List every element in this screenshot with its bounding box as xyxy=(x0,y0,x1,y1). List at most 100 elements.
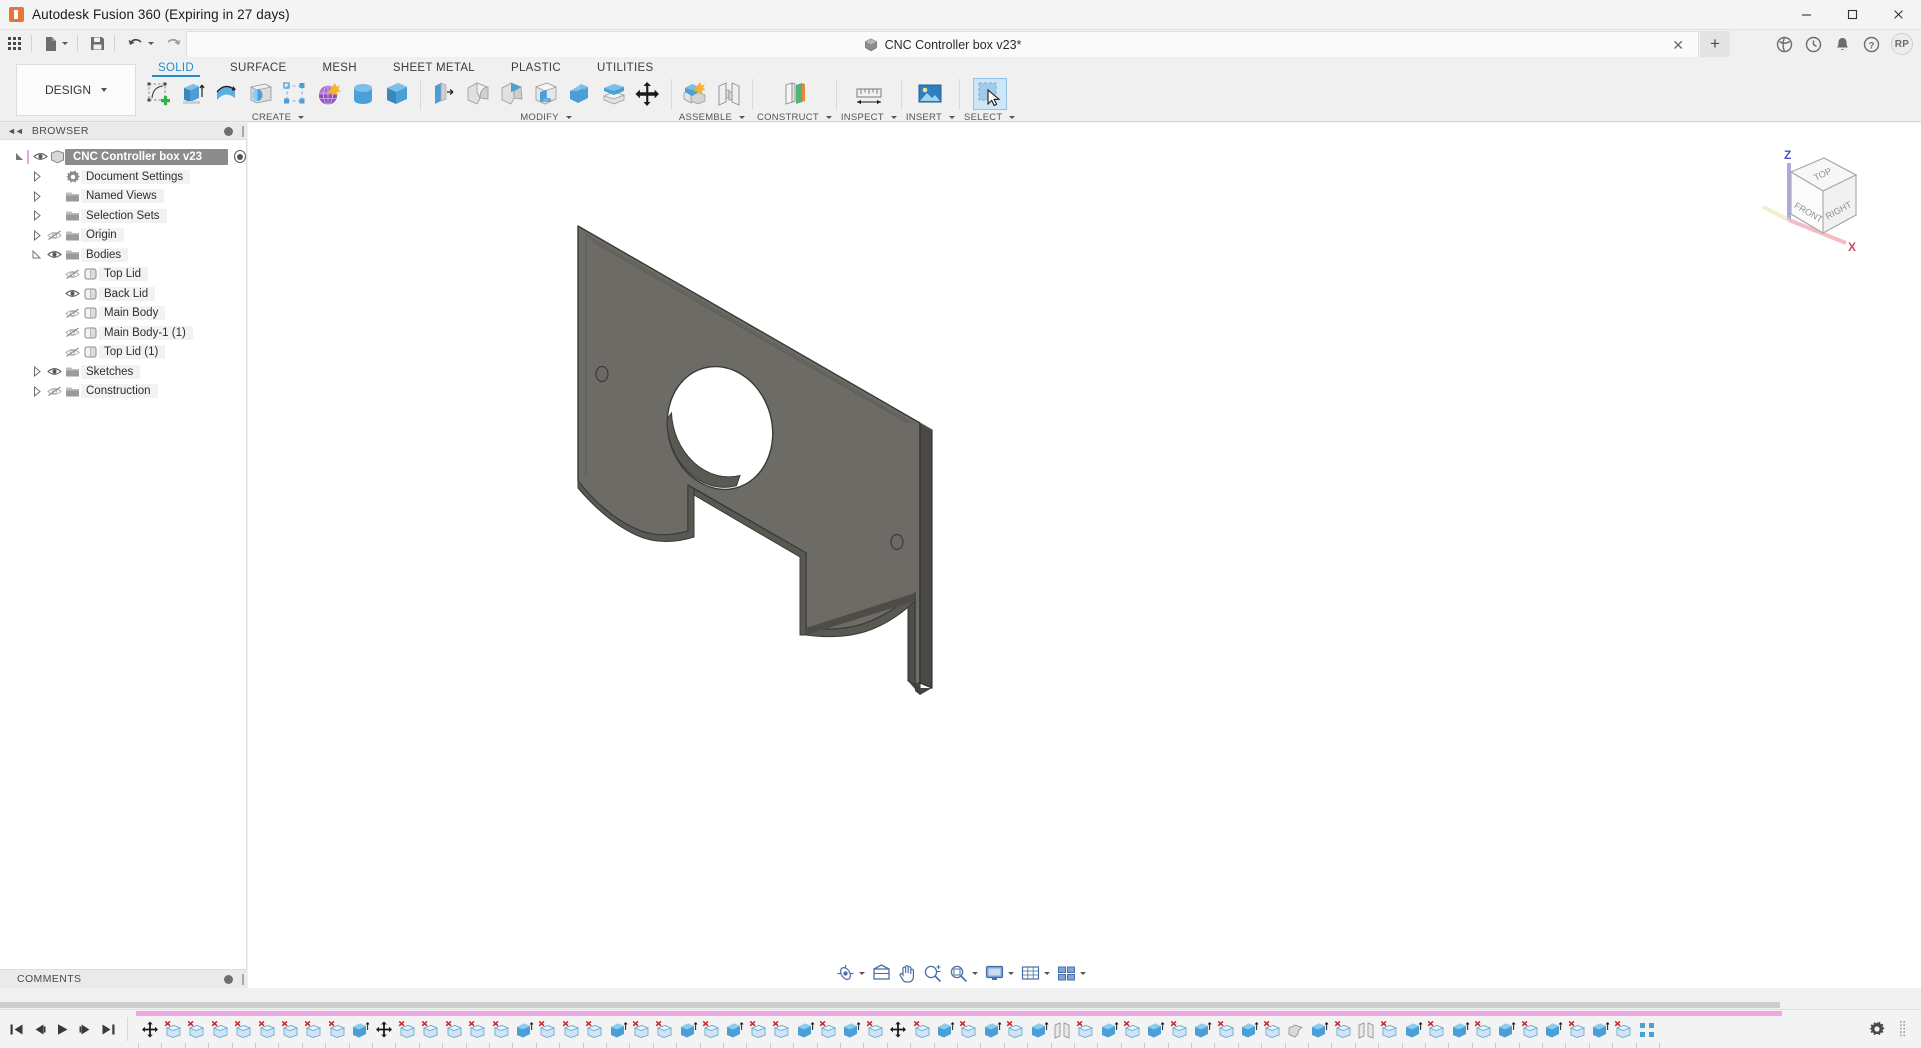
panel-label-modify[interactable]: MODIFY xyxy=(520,112,572,123)
timeline-feature-sketch[interactable] xyxy=(278,1018,301,1042)
grid-snaps-button[interactable] xyxy=(1018,961,1053,985)
timeline-feature-sketch[interactable] xyxy=(1261,1018,1284,1042)
expand-triangle-closed-icon[interactable] xyxy=(30,171,44,183)
job-status-icon[interactable] xyxy=(1800,31,1826,57)
insert-mcmaster-button[interactable] xyxy=(913,78,947,110)
timeline-scrollbar[interactable] xyxy=(0,1001,1921,1009)
close-icon[interactable]: ✕ xyxy=(1672,38,1684,52)
timeline-feature-extrude[interactable] xyxy=(793,1018,816,1042)
panel-label-create[interactable]: CREATE xyxy=(252,112,305,123)
timeline-feature-extrude[interactable] xyxy=(1027,1018,1050,1042)
timeline-feature-sketch[interactable] xyxy=(161,1018,184,1042)
tree-item-origin[interactable]: Origin xyxy=(0,226,246,246)
look-at-button[interactable] xyxy=(869,961,894,985)
timeline-feature-mirror[interactable] xyxy=(1354,1018,1377,1042)
timeline-feature-sketch[interactable] xyxy=(465,1018,488,1042)
tab-sheet-metal[interactable]: SHEET METAL xyxy=(375,57,493,77)
comments-bar[interactable]: COMMENTS xyxy=(0,969,247,988)
tab-plastic[interactable]: PLASTIC xyxy=(493,57,579,77)
timeline-feature-sketch[interactable] xyxy=(1003,1018,1026,1042)
panel-label-select[interactable]: SELECT xyxy=(964,112,1016,123)
grip-icon[interactable] xyxy=(1892,1017,1913,1041)
timeline-feature-sketch[interactable] xyxy=(1167,1018,1190,1042)
tab-solid[interactable]: SOLID xyxy=(140,57,212,77)
timeline-feature-sketch[interactable] xyxy=(770,1018,793,1042)
timeline-feature-extrude[interactable] xyxy=(933,1018,956,1042)
timeline-feature-sketch[interactable] xyxy=(559,1018,582,1042)
timeline-feature-fillet[interactable] xyxy=(1284,1018,1307,1042)
tree-item-named-views[interactable]: Named Views xyxy=(0,187,246,207)
timeline-feature-move[interactable] xyxy=(887,1018,910,1042)
viewports-button[interactable] xyxy=(1054,961,1089,985)
collapse-left-icon[interactable]: ◄◄ xyxy=(7,126,24,136)
fillet-button[interactable] xyxy=(461,78,495,110)
timeline-feature-extrude[interactable] xyxy=(1541,1018,1564,1042)
expand-triangle-open-icon[interactable] xyxy=(30,249,44,260)
timeline-feature-sketch[interactable] xyxy=(208,1018,231,1042)
expand-triangle-closed-icon[interactable] xyxy=(30,210,44,222)
tab-mesh[interactable]: MESH xyxy=(304,57,374,77)
tree-item-construction[interactable]: Construction xyxy=(0,382,246,402)
expand-triangle-open-icon[interactable] xyxy=(14,152,27,162)
help-icon[interactable]: ? xyxy=(1858,31,1884,57)
tree-item-root[interactable]: CNC Controller box v23 xyxy=(0,146,246,167)
timeline-feature-sketch[interactable] xyxy=(1612,1018,1635,1042)
visibility-eye-off-icon[interactable] xyxy=(44,386,64,397)
pattern-button[interactable] xyxy=(278,78,312,110)
timeline-feature-sketch[interactable] xyxy=(1565,1018,1588,1042)
minimize-button[interactable] xyxy=(1783,0,1829,30)
visibility-eye-icon[interactable] xyxy=(62,288,82,299)
timeline-feature-sketch[interactable] xyxy=(232,1018,255,1042)
avatar[interactable]: RP xyxy=(1891,33,1913,55)
maximize-button[interactable] xyxy=(1829,0,1875,30)
tab-utilities[interactable]: UTILITIES xyxy=(579,57,671,77)
view-cube[interactable]: Z X TOP FRONT RIGHT xyxy=(1751,145,1866,260)
tree-item-document-settings[interactable]: Document Settings xyxy=(0,167,246,187)
timeline-feature-extrude[interactable] xyxy=(1097,1018,1120,1042)
notifications-icon[interactable] xyxy=(1829,31,1855,57)
orbit-button[interactable] xyxy=(833,961,868,985)
visibility-eye-off-icon[interactable] xyxy=(62,269,82,280)
timeline-feature-sketch[interactable] xyxy=(489,1018,512,1042)
timeline-feature-sketch[interactable] xyxy=(1120,1018,1143,1042)
timeline-feature-sketch[interactable] xyxy=(1424,1018,1447,1042)
timeline-feature-sketch[interactable] xyxy=(442,1018,465,1042)
timeline-feature-extrude[interactable] xyxy=(1495,1018,1518,1042)
timeline-feature-extrude[interactable] xyxy=(1308,1018,1331,1042)
timeline-feature-move[interactable] xyxy=(138,1018,161,1042)
timeline-feature-pattern[interactable] xyxy=(1635,1018,1658,1042)
chamfer-button[interactable] xyxy=(495,78,529,110)
tree-item-bodies[interactable]: Bodies xyxy=(0,245,246,265)
visibility-eye-off-icon[interactable] xyxy=(62,327,82,338)
expand-triangle-closed-icon[interactable] xyxy=(30,229,44,241)
panel-label-inspect[interactable]: INSPECT xyxy=(841,112,897,123)
model-back-lid-plate[interactable] xyxy=(248,123,1921,988)
measure-button[interactable] xyxy=(852,78,886,110)
app-grid-button[interactable] xyxy=(3,32,26,56)
timeline-track[interactable] xyxy=(136,1010,1866,1048)
create-sketch-button[interactable] xyxy=(142,78,176,110)
timeline-feature-sketch[interactable] xyxy=(325,1018,348,1042)
timeline-scroll-thumb[interactable] xyxy=(0,1002,1780,1008)
tree-item-main-body-1[interactable]: Main Body-1 (1) xyxy=(0,323,246,343)
timeline-end-button[interactable] xyxy=(98,1017,119,1041)
fit-button[interactable] xyxy=(946,961,981,985)
cylinder-primitive-button[interactable] xyxy=(346,78,380,110)
press-pull-button[interactable] xyxy=(427,78,461,110)
panel-dot-icon[interactable] xyxy=(224,974,233,984)
timeline-feature-extrude[interactable] xyxy=(606,1018,629,1042)
split-face-button[interactable] xyxy=(597,78,631,110)
timeline-feature-sketch[interactable] xyxy=(653,1018,676,1042)
revolve-button[interactable] xyxy=(210,78,244,110)
visibility-eye-icon[interactable] xyxy=(44,249,64,260)
new-component-button[interactable] xyxy=(678,78,712,110)
timeline-feature-sketch[interactable] xyxy=(1518,1018,1541,1042)
panel-label-construct[interactable]: CONSTRUCT xyxy=(757,112,832,123)
workspace-selector[interactable]: DESIGN xyxy=(16,64,136,116)
timeline-feature-sketch[interactable] xyxy=(1074,1018,1097,1042)
activate-component-radio[interactable] xyxy=(234,150,246,163)
timeline-feature-sketch[interactable] xyxy=(863,1018,886,1042)
expand-triangle-closed-icon[interactable] xyxy=(30,190,44,202)
timeline-begin-button[interactable] xyxy=(6,1017,27,1041)
timeline-feature-sketch[interactable] xyxy=(302,1018,325,1042)
